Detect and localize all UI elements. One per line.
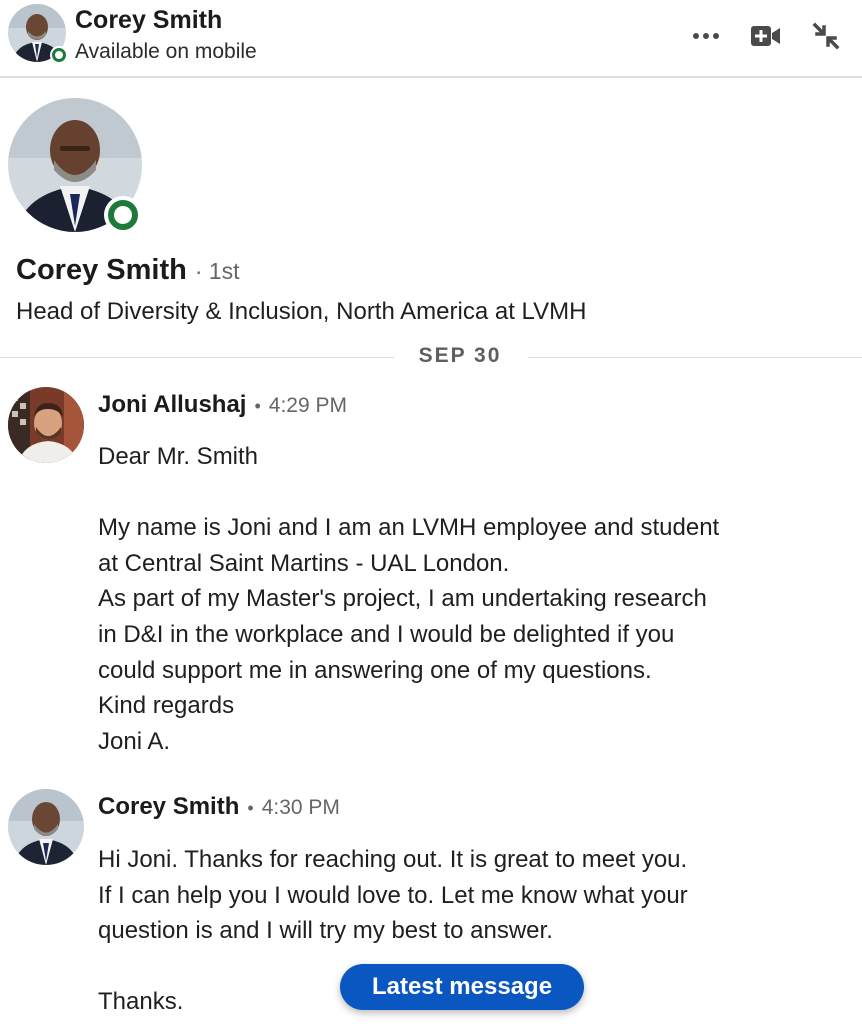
video-call-button[interactable] [748, 18, 784, 54]
message-timestamp: 4:29 PM [268, 394, 347, 417]
online-status-indicator-large [104, 196, 142, 234]
message-line: could support me in answering one of my … [98, 656, 652, 684]
sender-avatar-joni[interactable] [8, 387, 84, 463]
message-sender[interactable]: Corey Smith [98, 793, 239, 821]
message-line: question is and I will try my best to an… [98, 917, 553, 945]
message-timestamp: 4:30 PM [261, 796, 340, 819]
message-line: Hi Joni. Thanks for reaching out. It is … [98, 846, 688, 873]
message-meta: Corey Smith • 4:30 PM [98, 793, 340, 821]
connection-degree: · 1st [194, 258, 240, 284]
message-meta: Joni Allushaj • 4:29 PM [98, 391, 347, 419]
latest-message-button[interactable]: Latest message [340, 964, 584, 1010]
message-line: As part of my Master's project, I am und… [98, 585, 707, 613]
message-line: Joni A. [98, 727, 171, 755]
minimize-icon [812, 22, 840, 50]
message-line: in D&I in the workplace and I would be d… [98, 620, 675, 648]
online-status-indicator [50, 46, 68, 64]
availability-status: Available on mobile [75, 40, 257, 63]
more-options-button[interactable] [688, 18, 724, 54]
profile-headline: Head of Diversity & Inclusion, North Ame… [16, 298, 587, 325]
message-line: Dear Mr. Smith [98, 443, 259, 470]
message-line: If I can help you I would love to. Let m… [98, 881, 688, 909]
sender-avatar-corey[interactable] [8, 789, 84, 865]
message-sender[interactable]: Joni Allushaj [98, 391, 246, 419]
more-icon [692, 32, 720, 40]
date-divider: SEP 30 [418, 344, 502, 367]
message-line: Kind regards [98, 692, 235, 720]
message-line: My name is Joni and I am an LVMH employe… [98, 514, 720, 542]
meta-separator: • [247, 798, 254, 818]
profile-name[interactable]: Corey Smith [16, 254, 187, 287]
divider-line-left [0, 357, 394, 358]
meta-separator: • [254, 396, 261, 416]
minimize-button[interactable] [808, 18, 844, 54]
message-body: Dear Mr. Smith My name is Joni and I am … [98, 439, 838, 759]
video-call-icon [751, 25, 781, 47]
divider-line-right [528, 357, 862, 358]
profile-name-row: Corey Smith · 1st [16, 254, 240, 287]
conversation-header: Corey Smith Available on mobile [0, 0, 862, 78]
header-contact-name[interactable]: Corey Smith [75, 6, 222, 35]
message-line: at Central Saint Martins - UAL London. [98, 549, 510, 577]
